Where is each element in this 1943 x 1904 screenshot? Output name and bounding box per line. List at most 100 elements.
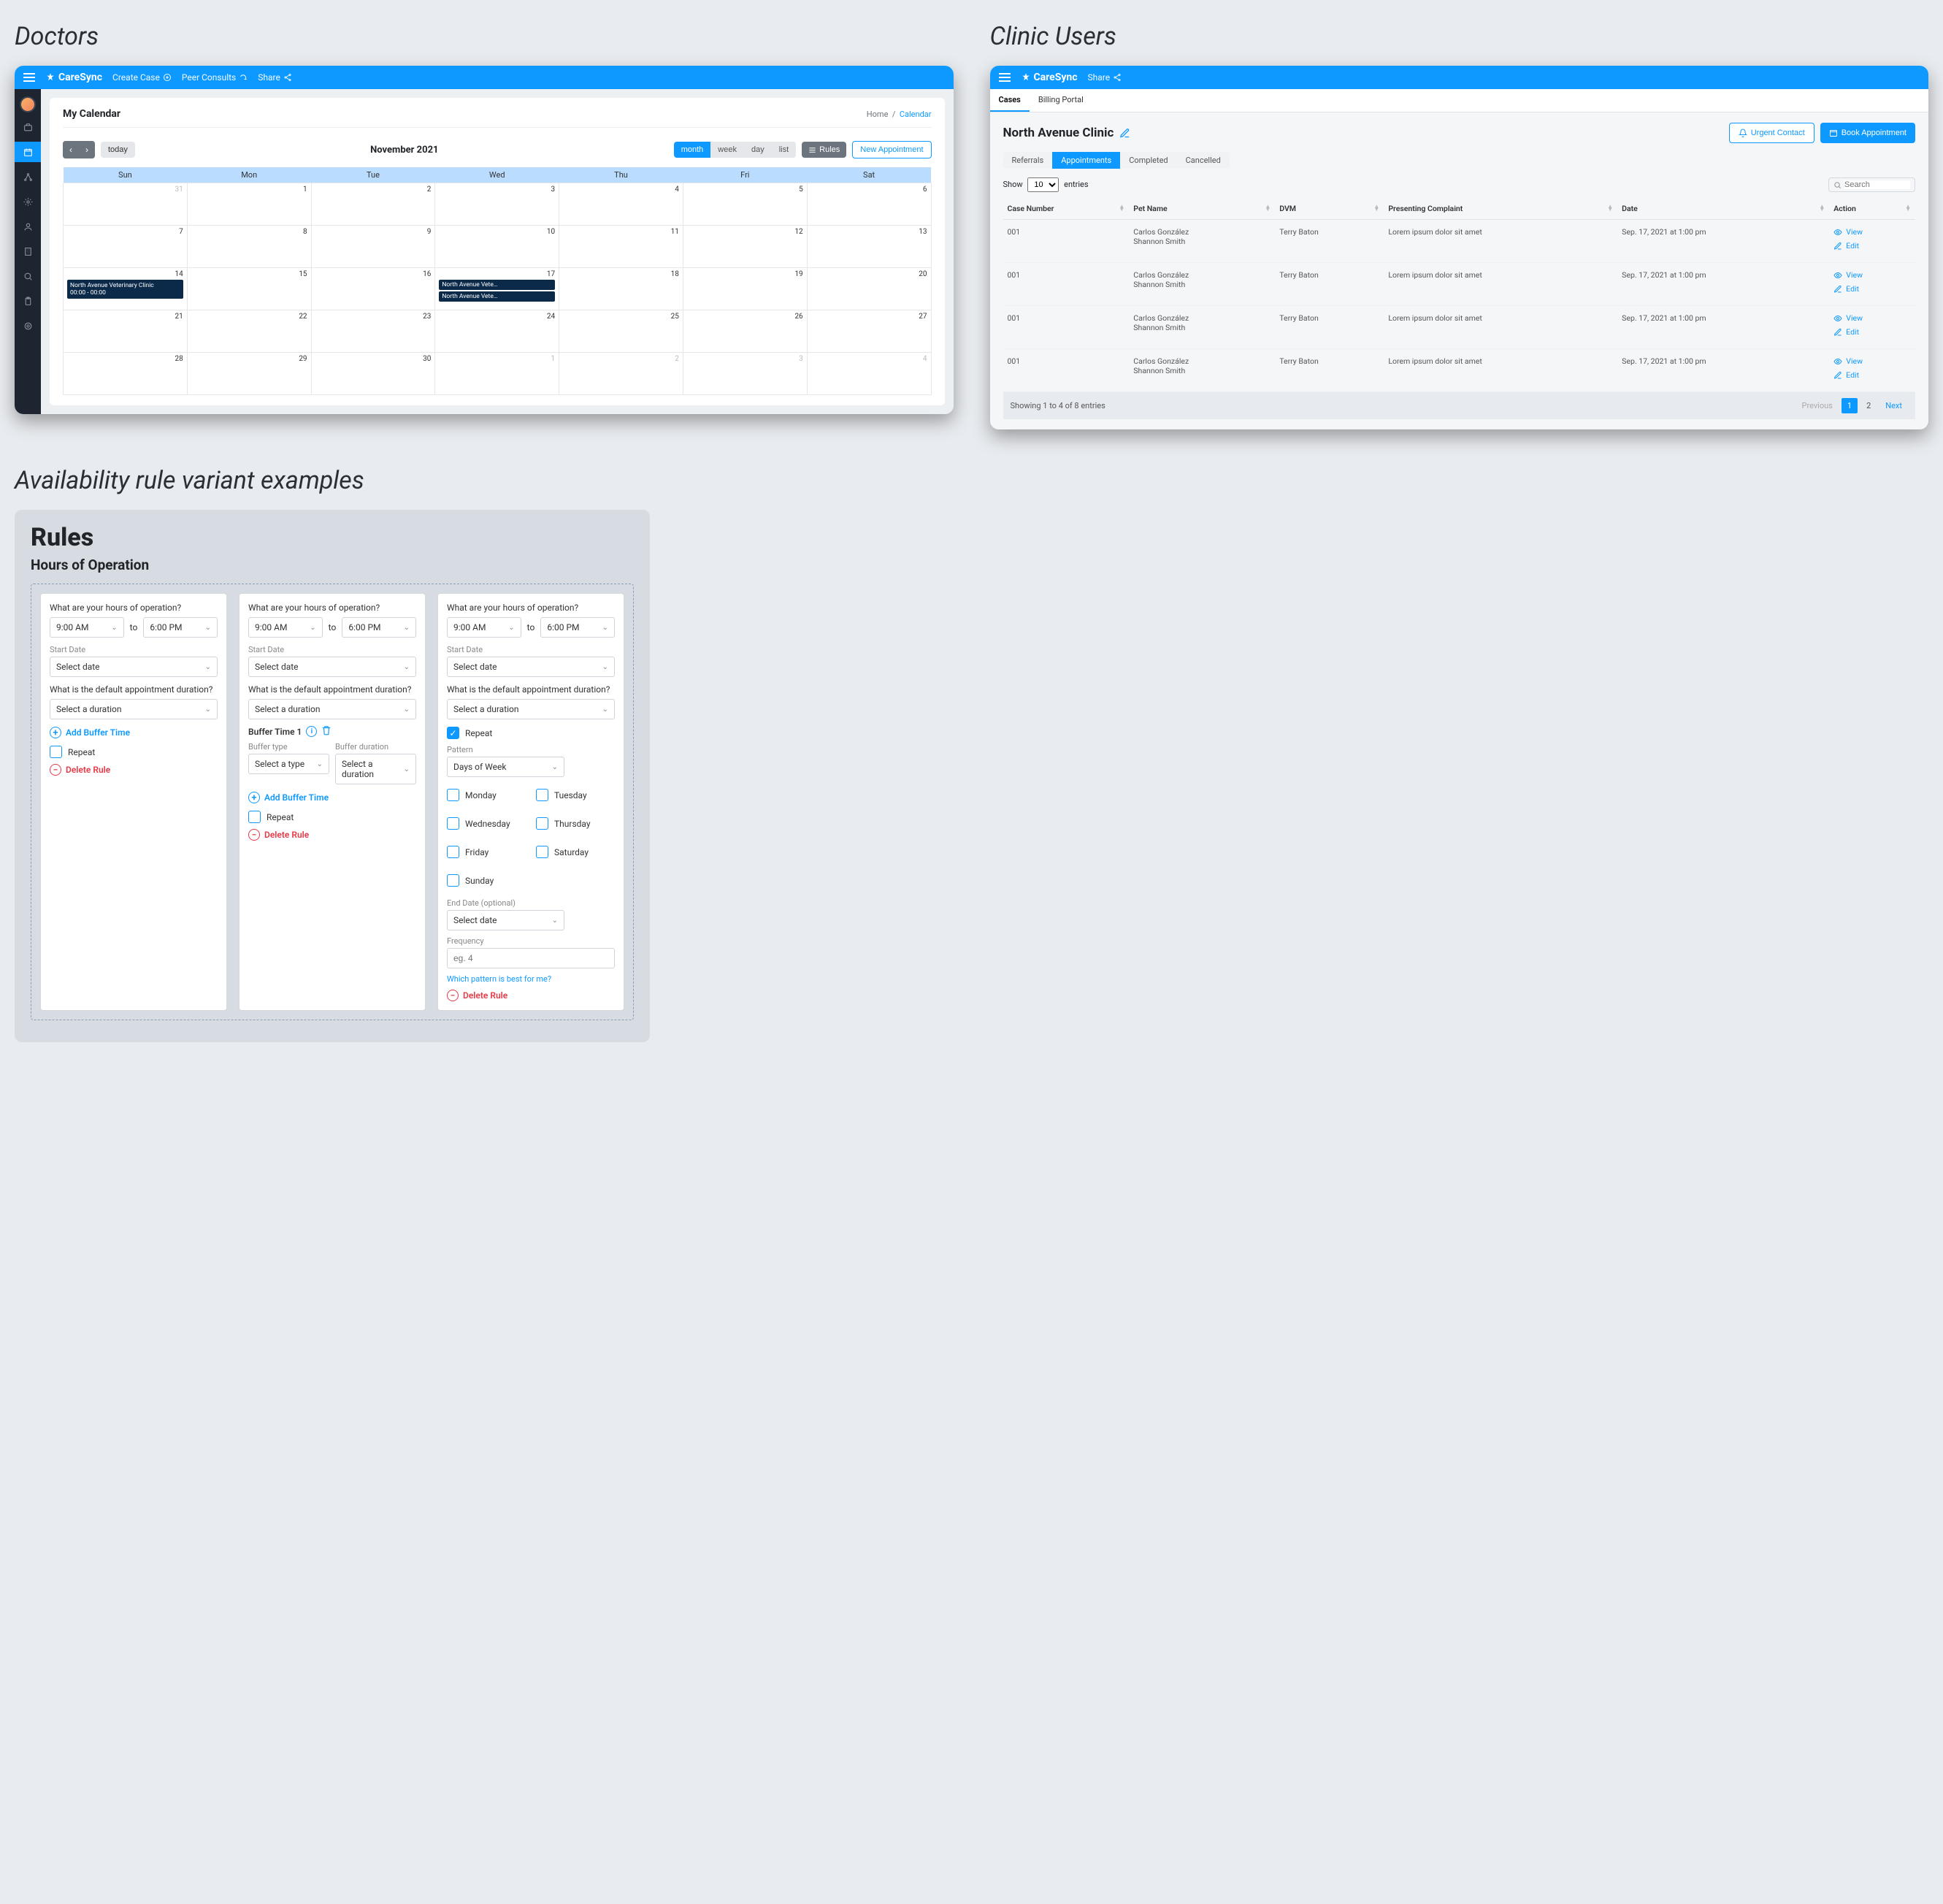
page-prev[interactable]: Previous [1796, 398, 1839, 413]
cal-cell[interactable]: 4 [807, 353, 931, 395]
buffer-type-select[interactable]: Select a type⌄ [248, 754, 329, 774]
rules-button[interactable]: Rules [802, 142, 846, 158]
day-friday-checkbox[interactable] [447, 846, 459, 858]
pattern-select[interactable]: Days of Week⌄ [447, 757, 564, 777]
repeat-checkbox[interactable] [50, 746, 62, 758]
cal-cell[interactable]: 18 [559, 268, 683, 310]
delete-rule-button[interactable]: −Delete Rule [248, 829, 416, 841]
cal-cell[interactable]: 12 [683, 226, 807, 268]
menu-icon[interactable] [23, 73, 35, 82]
time-from-select[interactable]: 9:00 AM⌄ [50, 617, 124, 638]
day-monday-checkbox[interactable] [447, 789, 459, 801]
calendar-event[interactable]: North Avenue Vete… [439, 291, 555, 302]
buffer-duration-select[interactable]: Select a duration⌄ [335, 754, 416, 784]
cal-cell[interactable]: 1 [435, 353, 559, 395]
frequency-input[interactable] [447, 948, 615, 968]
cal-cell[interactable]: 8 [187, 226, 311, 268]
peer-consults-link[interactable]: Peer Consults [182, 72, 248, 83]
start-date-select[interactable]: Select date⌄ [50, 657, 218, 677]
cal-cell[interactable]: 24 [435, 310, 559, 353]
day-tuesday-checkbox[interactable] [536, 789, 548, 801]
cal-cell[interactable]: 25 [559, 310, 683, 353]
cal-cell[interactable]: 15 [187, 268, 311, 310]
subtab-referrals[interactable]: Referrals [1003, 152, 1053, 169]
calendar-event[interactable]: North Avenue Veterinary Clinic 00:00 - 0… [67, 280, 183, 299]
tab-cases[interactable]: Cases [990, 89, 1030, 112]
cal-cell[interactable]: 10 [435, 226, 559, 268]
page-size-select[interactable]: 10 [1027, 177, 1059, 192]
sidebar-briefcase-icon[interactable] [15, 117, 41, 137]
day-sunday-checkbox[interactable] [447, 874, 459, 887]
cal-cell[interactable]: 6 [807, 183, 931, 226]
tab-billing[interactable]: Billing Portal [1030, 89, 1092, 112]
duration-select[interactable]: Select a duration⌄ [50, 699, 218, 719]
sidebar-search-icon[interactable] [15, 266, 41, 286]
page-next[interactable]: Next [1879, 398, 1908, 413]
cal-cell[interactable]: 14 North Avenue Veterinary Clinic 00:00 … [64, 268, 188, 310]
time-to-select[interactable]: 6:00 PM⌄ [540, 617, 615, 638]
urgent-contact-button[interactable]: Urgent Contact [1729, 123, 1814, 143]
cal-cell[interactable]: 27 [807, 310, 931, 353]
cal-cell[interactable]: 5 [683, 183, 807, 226]
time-from-select[interactable]: 9:00 AM⌄ [248, 617, 323, 638]
view-month[interactable]: month [674, 142, 711, 158]
subtab-cancelled[interactable]: Cancelled [1177, 152, 1230, 169]
edit-link[interactable]: Edit [1833, 284, 1911, 294]
day-wednesday-checkbox[interactable] [447, 817, 459, 830]
share-link[interactable]: Share [1088, 72, 1122, 83]
view-link[interactable]: View [1833, 356, 1911, 366]
cal-cell[interactable]: 2 [559, 353, 683, 395]
menu-icon[interactable] [999, 73, 1011, 82]
search-input[interactable] [1844, 180, 1910, 189]
info-icon[interactable]: i [306, 726, 317, 737]
delete-rule-button[interactable]: −Delete Rule [50, 764, 218, 776]
edit-link[interactable]: Edit [1833, 327, 1911, 337]
start-date-select[interactable]: Select date⌄ [248, 657, 416, 677]
duration-select[interactable]: Select a duration⌄ [447, 699, 615, 719]
col-pet[interactable]: Pet Name▲▼ [1129, 198, 1275, 220]
help-link[interactable]: Which pattern is best for me? [447, 974, 615, 984]
crumb-home[interactable]: Home [867, 110, 889, 119]
edit-icon[interactable] [1119, 128, 1130, 139]
cal-cell[interactable]: 28 [64, 353, 188, 395]
today-button[interactable]: today [101, 142, 135, 158]
view-link[interactable]: View [1833, 313, 1911, 323]
page-2[interactable]: 2 [1860, 398, 1877, 413]
trash-icon[interactable] [321, 725, 332, 738]
sidebar-user-icon[interactable] [15, 216, 41, 237]
day-thursday-checkbox[interactable] [536, 817, 548, 830]
sidebar-clipboard-icon[interactable] [15, 291, 41, 311]
avatar[interactable] [20, 96, 36, 112]
cal-cell[interactable]: 2 [311, 183, 435, 226]
add-buffer-button[interactable]: +Add Buffer Time [50, 727, 218, 738]
cal-cell[interactable]: 17 North Avenue Vete… North Avenue Vete… [435, 268, 559, 310]
repeat-checkbox[interactable]: ✓ [447, 727, 459, 739]
time-to-select[interactable]: 6:00 PM⌄ [143, 617, 218, 638]
cal-cell[interactable]: 3 [435, 183, 559, 226]
time-to-select[interactable]: 6:00 PM⌄ [342, 617, 416, 638]
col-complaint[interactable]: Presenting Complaint▲▼ [1384, 198, 1617, 220]
create-case-link[interactable]: Create Case [112, 72, 172, 83]
duration-select[interactable]: Select a duration⌄ [248, 699, 416, 719]
cal-cell[interactable]: 13 [807, 226, 931, 268]
cal-cell[interactable]: 29 [187, 353, 311, 395]
cal-cell[interactable]: 4 [559, 183, 683, 226]
cal-cell[interactable]: 23 [311, 310, 435, 353]
repeat-checkbox[interactable] [248, 811, 261, 823]
view-list[interactable]: list [772, 142, 796, 158]
col-case[interactable]: Case Number▲▼ [1003, 198, 1130, 220]
view-link[interactable]: View [1833, 270, 1911, 280]
sidebar-settings-icon[interactable] [15, 191, 41, 212]
crumb-calendar[interactable]: Calendar [900, 110, 932, 119]
cal-cell[interactable]: 19 [683, 268, 807, 310]
subtab-appointments[interactable]: Appointments [1052, 152, 1120, 169]
edit-link[interactable]: Edit [1833, 370, 1911, 380]
time-from-select[interactable]: 9:00 AM⌄ [447, 617, 521, 638]
book-appointment-button[interactable]: Book Appointment [1820, 123, 1915, 143]
add-buffer-button[interactable]: +Add Buffer Time [248, 792, 416, 803]
cal-cell[interactable]: 26 [683, 310, 807, 353]
sidebar-calendar-icon[interactable] [15, 142, 41, 162]
start-date-select[interactable]: Select date⌄ [447, 657, 615, 677]
calendar-event[interactable]: North Avenue Vete… [439, 280, 555, 290]
cal-cell[interactable]: 20 [807, 268, 931, 310]
